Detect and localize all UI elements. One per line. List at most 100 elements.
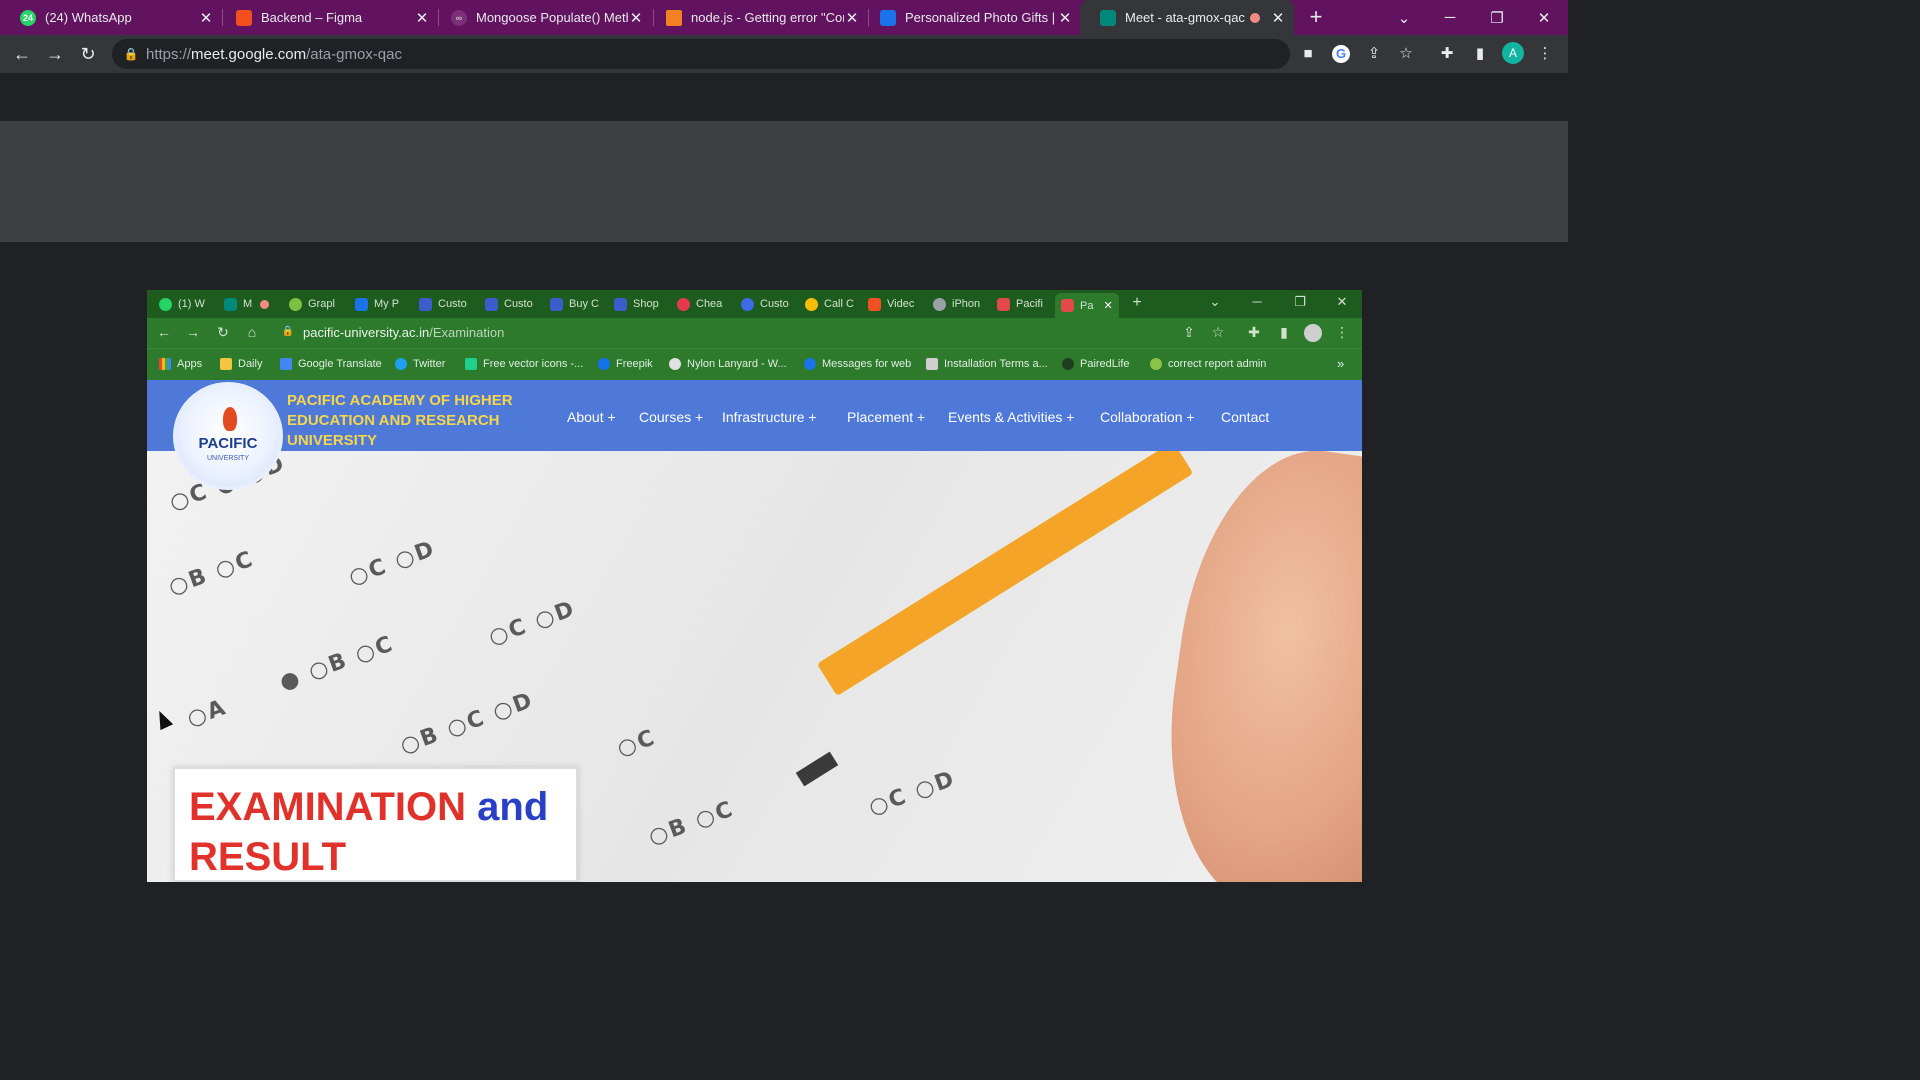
- answer-bubbles: ○B ○C ○D: [396, 687, 538, 760]
- camera-icon[interactable]: ■: [1298, 44, 1318, 64]
- bookmark-daily: Daily: [220, 358, 262, 370]
- bookmark-star-icon[interactable]: ☆: [1396, 44, 1416, 64]
- back-button[interactable]: ←: [11, 43, 33, 65]
- nav-collaboration: Collaboration +: [1100, 409, 1195, 425]
- bookmark-freepik: Freepik: [598, 358, 653, 370]
- bookmark-pairedlife: PairedLife: [1062, 358, 1130, 370]
- apps-icon: [159, 358, 171, 370]
- lock-icon: 🔒: [123, 47, 139, 61]
- browser-toolbar: ← → ↻ 🔒 https://meet.google.com/ata-gmox…: [0, 35, 1568, 73]
- ampersand-icon: [741, 297, 754, 311]
- forward-button[interactable]: →: [44, 43, 66, 65]
- vistaprint-icon: [880, 9, 896, 26]
- report-icon: [1150, 358, 1162, 370]
- bookmark-apps: Apps: [159, 358, 202, 370]
- close-window-button[interactable]: ✕: [1521, 0, 1567, 35]
- nav-infrastructure: Infrastructure +: [722, 409, 817, 425]
- tab-whatsapp[interactable]: 24 (24) WhatsApp ✕: [0, 0, 222, 35]
- shared-tab: Pacifi: [997, 294, 1043, 314]
- lock-icon: 🔒: [281, 326, 295, 337]
- pacific-icon: [1061, 299, 1074, 312]
- reload-button[interactable]: ↻: [77, 43, 99, 65]
- google-icon[interactable]: G: [1332, 45, 1350, 63]
- home-icon: ⌂: [247, 324, 257, 340]
- bookmark-messages: Messages for web: [804, 358, 911, 370]
- exam-title-line2: RESULT: [189, 835, 347, 879]
- leaf-icon: [289, 297, 302, 311]
- university-name-line: UNIVERSITY: [287, 432, 378, 449]
- close-icon[interactable]: ✕: [628, 9, 644, 27]
- folder-icon: [220, 358, 232, 370]
- answer-bubbles: ○B ○C: [645, 796, 738, 851]
- forward-icon: →: [186, 324, 200, 340]
- b-icon: [485, 297, 498, 311]
- tab-stackoverflow[interactable]: node.js - Getting error "Cor ✕: [646, 0, 868, 35]
- meet-top-area: [0, 73, 1568, 121]
- bookmarks-overflow: »: [1337, 356, 1345, 371]
- shared-tab: Buy C: [550, 294, 599, 314]
- tab-figma[interactable]: Backend – Figma ✕: [216, 0, 438, 35]
- shared-tab: My P: [355, 294, 399, 314]
- back-icon: ←: [157, 324, 171, 340]
- university-name-line: EDUCATION AND RESEARCH: [287, 412, 500, 429]
- answer-bubbles: ○B ○C: [165, 546, 258, 601]
- shared-url: pacific-university.ac.in/Examination: [303, 325, 505, 340]
- pacific-icon: [997, 297, 1010, 311]
- shared-tab: Call C: [805, 294, 854, 314]
- share-icon[interactable]: ⇪: [1364, 44, 1384, 64]
- answer-bubbles: ○C: [613, 725, 660, 762]
- nav-courses: Courses +: [639, 409, 704, 425]
- browser-tab-strip: 24 (24) WhatsApp ✕ Backend – Figma ✕ ∞ M…: [0, 0, 1568, 35]
- shared-tab: M: [224, 294, 270, 314]
- tab-search-icon[interactable]: ⌄: [1381, 0, 1427, 35]
- close-icon[interactable]: ✕: [198, 9, 214, 27]
- bookmark-translate: Google Translate: [280, 358, 382, 370]
- bookmark-installation: Installation Terms a...: [926, 358, 1048, 370]
- freepik-icon: [598, 358, 610, 370]
- exam-title-card: EXAMINATION and RESULT: [173, 767, 578, 882]
- nav-events: Events & Activities +: [948, 409, 1075, 425]
- pencil-tip: [795, 751, 839, 787]
- nav-contact: Contact: [1221, 409, 1270, 425]
- shared-tab: Videc: [868, 294, 914, 314]
- tab-title: Personalized Photo Gifts | V: [905, 10, 1057, 25]
- share-icon: ⇪: [1183, 324, 1195, 340]
- close-icon[interactable]: ✕: [414, 9, 430, 27]
- b-icon: [419, 297, 432, 311]
- university-logo: PACIFIC UNIVERSITY: [173, 382, 283, 490]
- meet-icon: [1100, 9, 1116, 26]
- minimize-icon: ─: [1252, 294, 1262, 309]
- b-icon: [614, 297, 627, 311]
- logo-text: PACIFIC: [198, 435, 258, 452]
- figma-icon: [236, 9, 252, 26]
- new-tab-button[interactable]: +: [1304, 5, 1328, 29]
- minimize-button[interactable]: ─: [1427, 0, 1473, 35]
- answer-bubbles: ● ○B ○C: [276, 631, 398, 696]
- side-panel-icon[interactable]: ▮: [1470, 44, 1490, 64]
- close-icon[interactable]: ✕: [844, 9, 860, 27]
- restore-button[interactable]: ❐: [1474, 0, 1520, 35]
- tab-meet[interactable]: Meet - ata-gmox-qac ✕: [1080, 0, 1294, 35]
- close-icon[interactable]: ✕: [1270, 9, 1286, 27]
- shared-tab: Custo: [419, 294, 467, 314]
- tab-mongoose[interactable]: ∞ Mongoose Populate() Meth ✕: [431, 0, 652, 35]
- profile-avatar[interactable]: A: [1502, 42, 1524, 64]
- tab-vistaprint[interactable]: Personalized Photo Gifts | V ✕: [860, 0, 1081, 35]
- address-bar[interactable]: 🔒 https://meet.google.com/ata-gmox-qac: [112, 39, 1290, 69]
- shared-tab-strip: (1) W M Grapl My P Custo Custo Buy C Sho…: [147, 290, 1362, 318]
- document-icon: [926, 358, 938, 370]
- profile-icon: [1304, 324, 1322, 342]
- close-icon[interactable]: ✕: [1057, 9, 1073, 27]
- chevron-down-icon: ⌄: [1209, 294, 1221, 309]
- new-tab-icon: +: [1132, 294, 1142, 311]
- restore-icon: ❐: [1294, 294, 1306, 309]
- hand: [1146, 451, 1362, 882]
- microsoft-icon: [868, 297, 881, 311]
- url-text: https://meet.google.com/ata-gmox-qac: [146, 45, 402, 63]
- menu-icon[interactable]: ⋮: [1535, 44, 1555, 64]
- b-icon: [550, 297, 563, 311]
- extensions-icon[interactable]: ✚: [1437, 44, 1457, 64]
- side-panel-icon: ▮: [1280, 324, 1288, 340]
- vistaprint-icon: [355, 297, 368, 311]
- exam-title-line1: EXAMINATION and: [189, 785, 549, 829]
